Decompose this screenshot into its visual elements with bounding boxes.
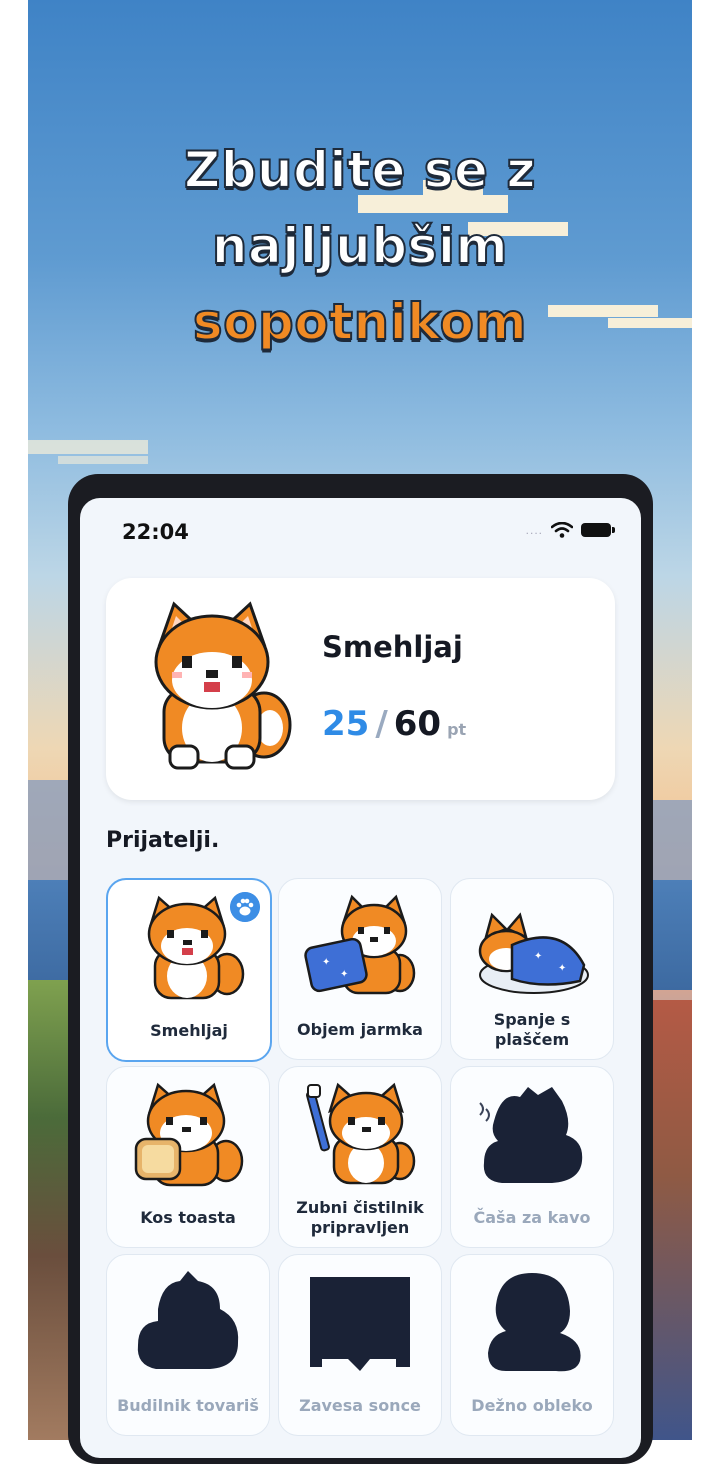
paw-badge-icon	[230, 892, 260, 922]
svg-text:✦: ✦	[558, 963, 566, 974]
app-screen: 22:04 .... Smehljaj 25 / 60 pt Prijatelj…	[80, 498, 641, 1458]
friend-card-zubni-cistilnik[interactable]: Zubni čistilnik pripravljen	[278, 1066, 442, 1248]
phone-frame: 22:04 .... Smehljaj 25 / 60 pt Prijatelj…	[68, 474, 653, 1464]
status-icons: ....	[525, 522, 615, 538]
friend-card-casa-za-kavo[interactable]: Čaša za kavo	[450, 1066, 614, 1248]
svg-text:✦: ✦	[322, 957, 330, 968]
friend-label: Kos toasta	[140, 1208, 236, 1227]
points-separator: /	[375, 704, 388, 744]
friend-card-dezno-obleko[interactable]: Dežno obleko	[450, 1254, 614, 1436]
friend-label: Budilnik tovariš	[117, 1396, 259, 1415]
friend-label: Dežno obleko	[471, 1396, 593, 1415]
friend-card-spanje-s-plascem[interactable]: ✦ ✦ Spanje s plaščem	[450, 878, 614, 1060]
friend-label: Zubni čistilnik pripravljen	[296, 1198, 424, 1237]
svg-text:✦: ✦	[534, 951, 542, 962]
current-pet-card[interactable]: Smehljaj 25/60 pt	[106, 578, 615, 800]
shiba-hero-icon	[154, 601, 292, 770]
points-unit: pt	[447, 720, 467, 739]
friend-label: Objem jarmka	[297, 1020, 423, 1039]
headline-line-2: najljubšim	[211, 216, 509, 276]
shiba-pillow-icon: ✦ ✦	[304, 894, 416, 995]
friend-card-smehljaj[interactable]: Smehljaj	[106, 878, 272, 1062]
shiba-toothbrush-icon	[306, 1082, 416, 1185]
wifi-icon	[551, 522, 573, 538]
friend-card-kos-toasta[interactable]: Kos toasta	[106, 1066, 270, 1248]
points-max: 60	[393, 704, 442, 744]
friend-card-zavesa-sonce[interactable]: Zavesa sonce	[278, 1254, 442, 1436]
friend-label: Spanje s plaščem	[493, 1010, 571, 1049]
battery-icon	[581, 523, 615, 537]
friends-section-title: Prijatelji.	[106, 828, 220, 853]
friend-label: Zavesa sonce	[299, 1396, 421, 1415]
shiba-toast-icon	[134, 1082, 244, 1187]
pet-name: Smehljaj	[322, 630, 463, 664]
status-time: 22:04	[122, 520, 189, 544]
silhouette-coffee-icon	[479, 1087, 583, 1183]
friend-card-objem-jarmka[interactable]: ✦ ✦ Objem jarmka	[278, 878, 442, 1060]
svg-text:✦: ✦	[340, 969, 348, 980]
points-display: 25/60 pt	[322, 704, 466, 744]
headline-line-1: Zbudite se z	[183, 140, 536, 200]
silhouette-curtain-icon	[310, 1277, 410, 1371]
headline: Zbudite se z najljubšim sopotnikom	[28, 132, 692, 360]
friend-card-budilnik-tovaris[interactable]: Budilnik tovariš	[106, 1254, 270, 1436]
friend-label: Smehljaj	[150, 1021, 228, 1040]
friend-label: Čaša za kavo	[473, 1208, 591, 1227]
silhouette-raincoat-icon	[488, 1273, 581, 1372]
shiba-blanket-icon: ✦ ✦	[478, 912, 589, 994]
silhouette-clock-icon	[137, 1271, 239, 1369]
headline-line-3: sopotnikom	[192, 292, 528, 352]
signal-dots: ....	[525, 523, 543, 537]
points-current: 25	[322, 704, 370, 744]
